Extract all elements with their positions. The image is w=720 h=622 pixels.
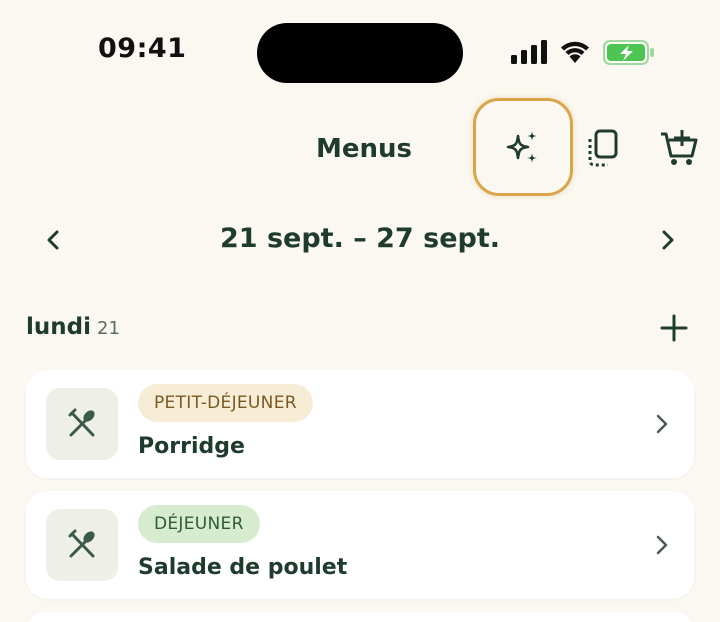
meal-name: Salade de poulet [138,555,348,580]
utensils-icon [68,529,95,558]
day-name: lundi [26,314,91,340]
chevron-right-icon [656,535,668,555]
meal-thumbnail [46,509,118,581]
wifi-icon [561,41,589,63]
meal-card[interactable] [26,612,694,622]
meal-card[interactable]: PETIT-DÉJEUNER Porridge [26,370,694,478]
page-title: Menus [316,134,413,164]
add-to-cart-button[interactable] [657,126,701,170]
cart-add-icon [661,130,698,165]
next-week-button[interactable] [653,222,683,258]
meal-thumbnail [46,388,118,460]
copy-icon [588,129,618,167]
chevron-right-icon [656,414,668,434]
cellular-signal-icon [511,40,547,64]
copy-week-button[interactable] [583,128,623,168]
open-meal-button[interactable] [652,406,672,442]
add-meal-button[interactable] [656,310,692,346]
battery-charging-icon [603,40,654,65]
meal-name: Porridge [138,434,245,459]
plus-icon [660,314,688,342]
week-range: 21 sept. – 27 sept. [220,223,500,254]
open-meal-button[interactable] [652,527,672,563]
chevron-right-icon [662,230,674,250]
ai-suggest-button[interactable] [473,98,573,196]
meal-card[interactable]: DÉJEUNER Salade de poulet [26,491,694,599]
day-number: 21 [97,318,120,339]
utensils-icon [68,408,95,437]
meal-type-badge: DÉJEUNER [138,505,260,543]
sparkles-icon [506,131,537,163]
dynamic-island [257,23,463,83]
meal-type-badge: PETIT-DÉJEUNER [138,384,313,422]
status-time: 09:41 [98,33,187,64]
